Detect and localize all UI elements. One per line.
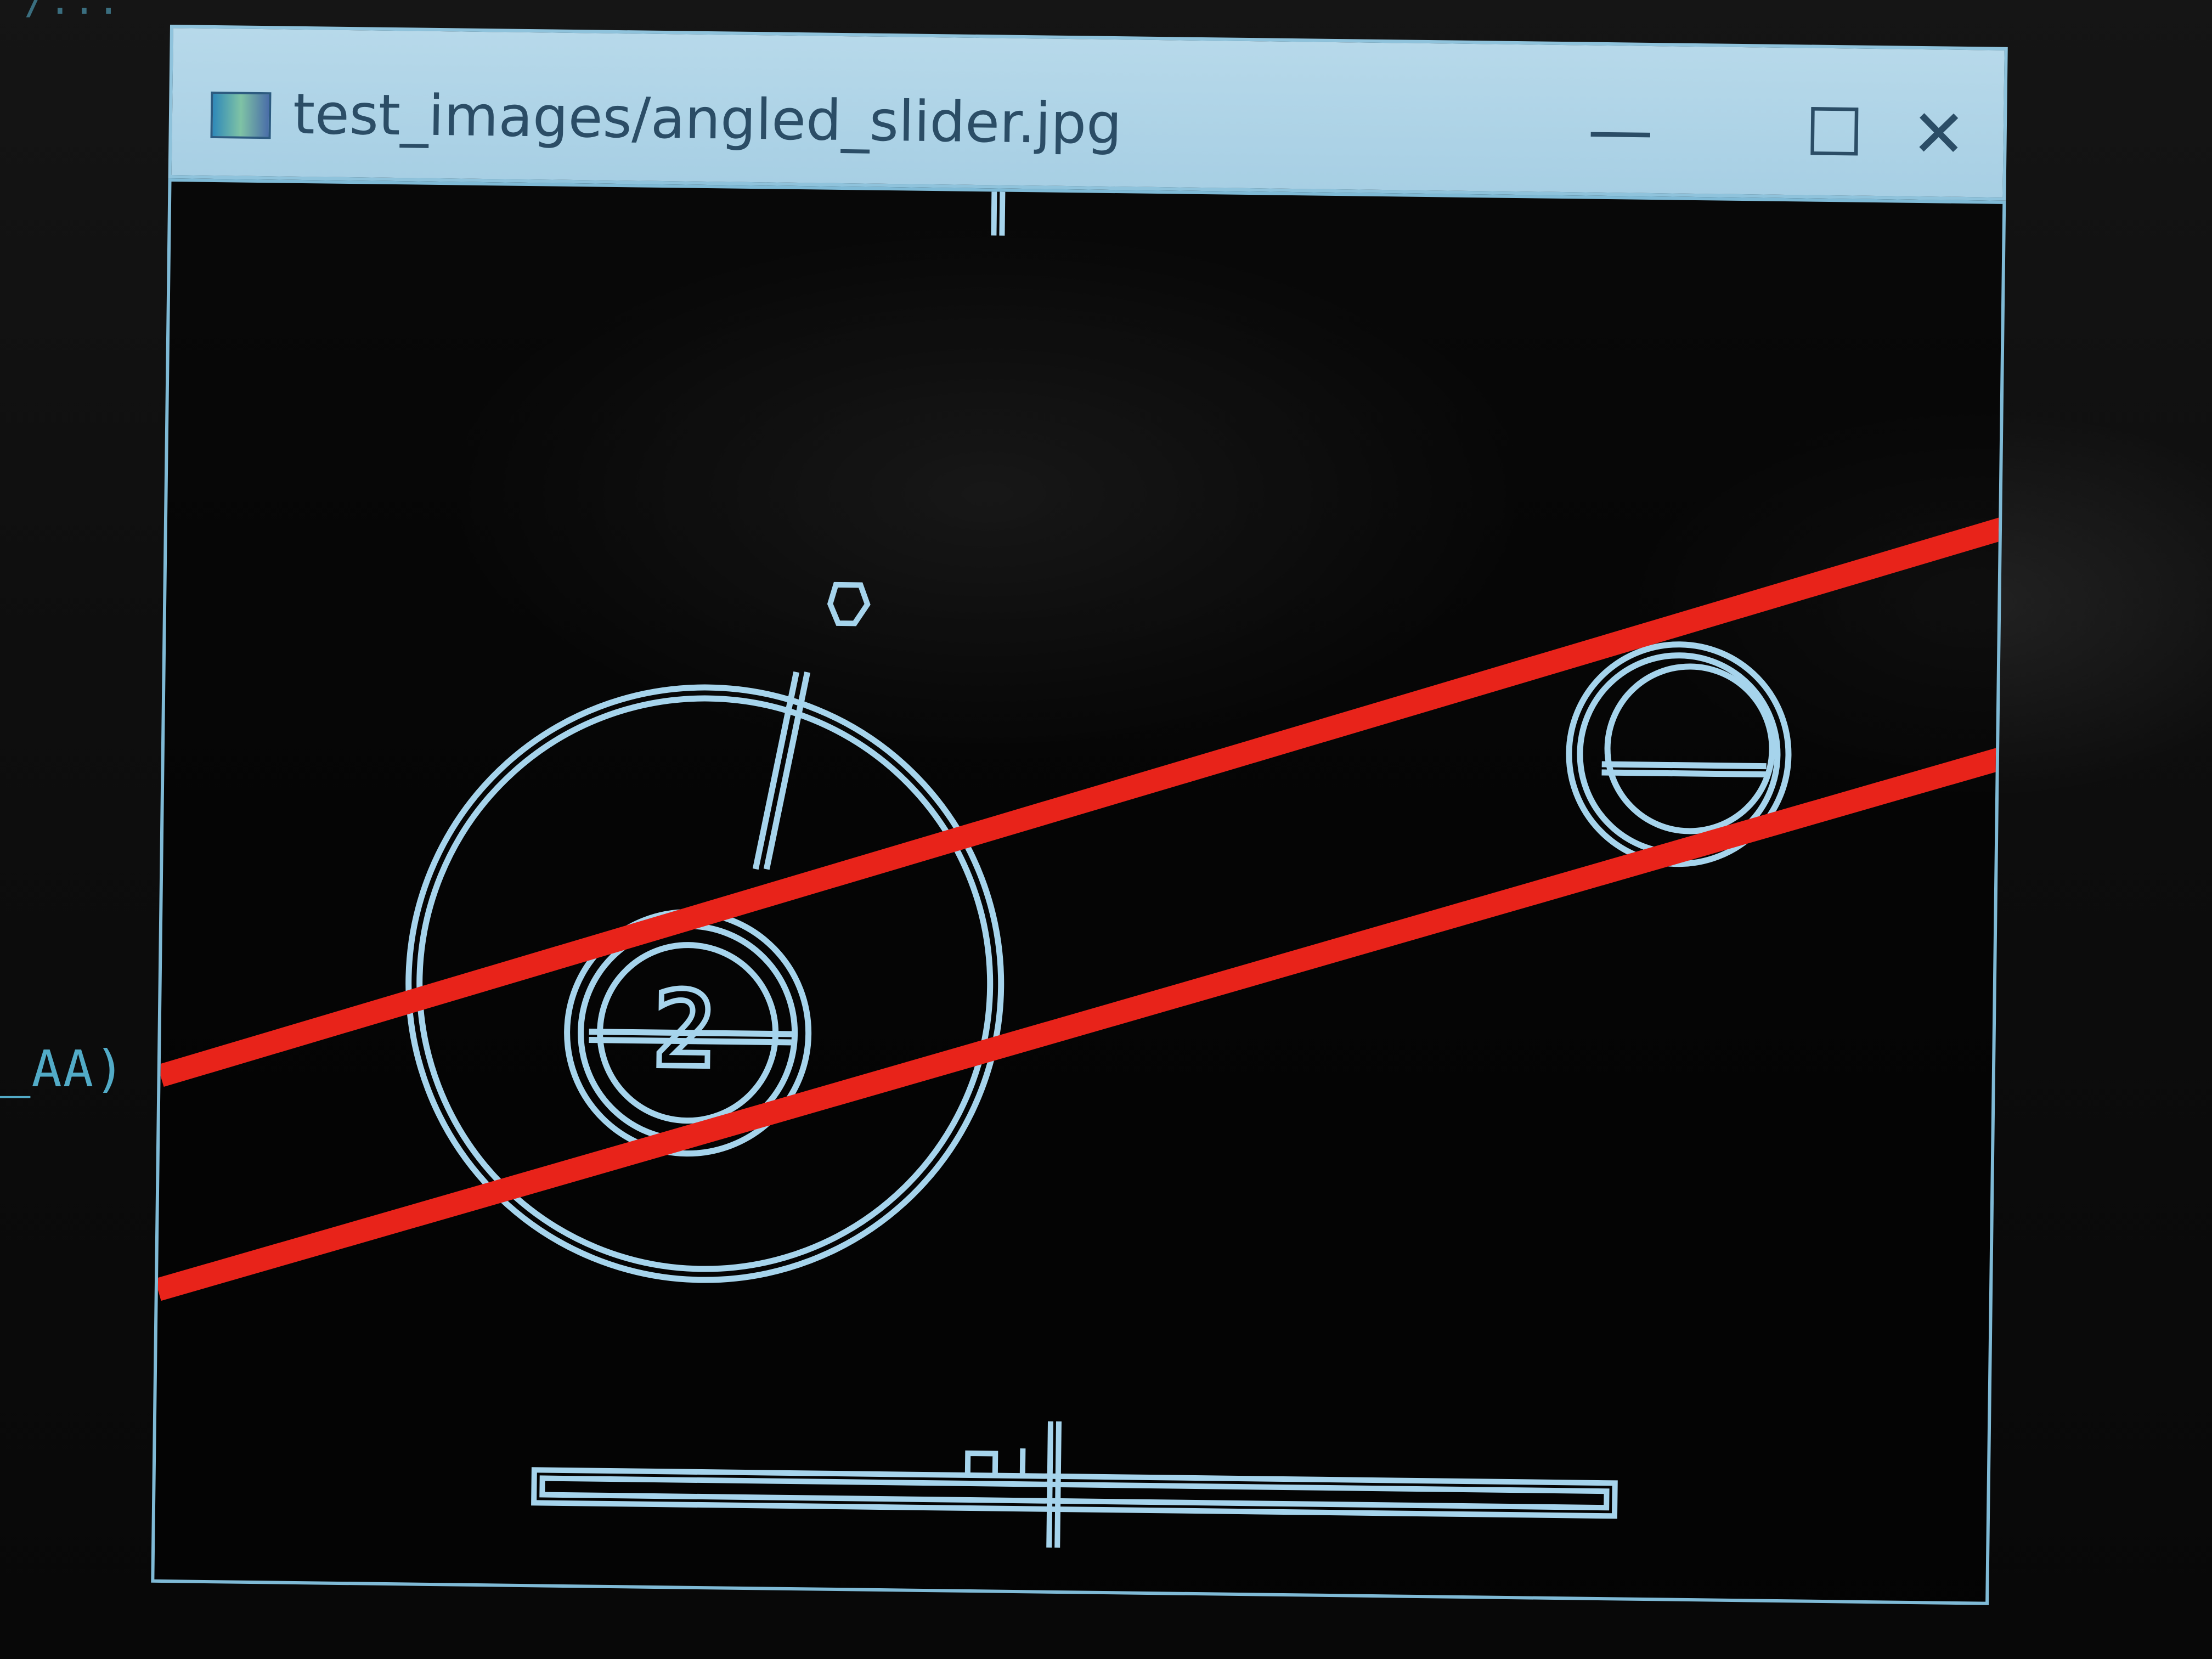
rendered-image: 2 <box>155 191 2006 1548</box>
camera-photo-background: "/... _AA) test_images/angled_slider.jpg… <box>0 0 2212 1659</box>
upper-detected-line <box>157 516 2006 1087</box>
app-icon <box>210 91 272 139</box>
image-canvas-area[interactable]: 2 <box>151 178 2006 1605</box>
background-terminal-text: _AA) <box>0 1040 126 1098</box>
minimize-button[interactable]: — <box>1560 78 1681 184</box>
background-terminal-top-text: "/... <box>0 0 121 23</box>
close-button[interactable]: ✕ <box>1878 82 2000 188</box>
image-viewer-window[interactable]: test_images/angled_slider.jpg — ☐ ✕ 2 <box>151 25 2008 1605</box>
horizontal-slider-track-icon <box>531 1421 1618 1548</box>
top-tick-icon <box>991 191 1006 236</box>
window-titlebar[interactable]: test_images/angled_slider.jpg — ☐ ✕ <box>168 25 2008 201</box>
detected-lines <box>155 516 2006 1301</box>
window-title: test_images/angled_slider.jpg <box>292 81 1122 157</box>
large-knob-label: 2 <box>653 969 717 1091</box>
small-marker-icon <box>827 582 871 627</box>
maximize-button[interactable]: ☐ <box>1774 81 1895 187</box>
